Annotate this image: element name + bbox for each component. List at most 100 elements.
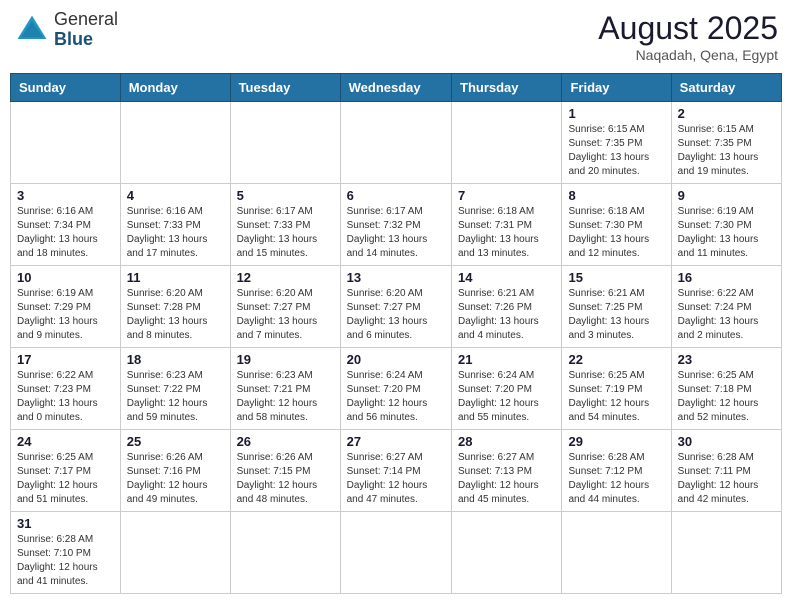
day-number: 28 [458, 434, 555, 449]
calendar-cell: 24 Sunrise: 6:25 AM Sunset: 7:17 PM Dayli… [11, 430, 121, 512]
calendar-cell: 27 Sunrise: 6:27 AM Sunset: 7:14 PM Dayli… [340, 430, 451, 512]
day-info: Sunrise: 6:27 AM Sunset: 7:14 PM Dayligh… [347, 451, 445, 507]
calendar-cell: 8Sunrise: 6:18 AM Sunset: 7:30 PM Daylig… [562, 184, 671, 266]
calendar-cell: 26Sunrise: 6:26 AM Sunset: 7:15 PM Dayli… [230, 430, 340, 512]
month-title: August 2025 [598, 10, 778, 47]
calendar-cell [120, 512, 230, 594]
day-of-week-header: Wednesday [340, 74, 451, 102]
calendar-cell: 25Sunrise: 6:26 AM Sunset: 7:16 PM Dayli… [120, 430, 230, 512]
day-info: Sunrise: 6:25 AM Sunset: 7:19 PM Dayligh… [568, 369, 664, 425]
day-info: Sunrise: 6:22 AM Sunset: 7:23 PM Dayligh… [17, 369, 114, 425]
day-info: Sunrise: 6:23 AM Sunset: 7:21 PM Dayligh… [237, 369, 334, 425]
calendar-cell [11, 102, 121, 184]
day-number: 27 [347, 434, 445, 449]
calendar-cell [671, 512, 781, 594]
calendar-cell [230, 512, 340, 594]
logo-icon [14, 12, 50, 48]
day-number: 20 [347, 352, 445, 367]
day-number: 1 [568, 106, 664, 121]
calendar-cell: 16 Sunrise: 6:22 AM Sunset: 7:24 PM Dayli… [671, 266, 781, 348]
day-info: Sunrise: 6:28 AM Sunset: 7:12 PM Dayligh… [568, 451, 664, 507]
day-info: Sunrise: 6:20 AM Sunset: 7:28 PM Dayligh… [127, 287, 224, 343]
day-info: Sunrise: 6:19 AM Sunset: 7:29 PM Dayligh… [17, 287, 114, 343]
day-number: 15 [568, 270, 664, 285]
calendar-cell: 22Sunrise: 6:25 AM Sunset: 7:19 PM Dayli… [562, 348, 671, 430]
day-number: 5 [237, 188, 334, 203]
day-info: Sunrise: 6:27 AM Sunset: 7:13 PM Dayligh… [458, 451, 555, 507]
calendar-cell: 19 Sunrise: 6:23 AM Sunset: 7:21 PM Dayli… [230, 348, 340, 430]
day-number: 17 [17, 352, 114, 367]
day-info: Sunrise: 6:17 AM Sunset: 7:32 PM Dayligh… [347, 205, 445, 261]
calendar-week-row: 17 Sunrise: 6:22 AM Sunset: 7:23 PM Dayli… [11, 348, 782, 430]
logo: General Blue [14, 10, 118, 50]
calendar-cell [120, 102, 230, 184]
day-number: 31 [17, 516, 114, 531]
calendar-cell: 10Sunrise: 6:19 AM Sunset: 7:29 PM Dayli… [11, 266, 121, 348]
calendar-cell: 5Sunrise: 6:17 AM Sunset: 7:33 PM Daylig… [230, 184, 340, 266]
day-info: Sunrise: 6:21 AM Sunset: 7:26 PM Dayligh… [458, 287, 555, 343]
calendar-cell: 3 Sunrise: 6:16 AM Sunset: 7:34 PM Daylig… [11, 184, 121, 266]
calendar-cell: 31 Sunrise: 6:28 AM Sunset: 7:10 PM Dayli… [11, 512, 121, 594]
day-number: 3 [17, 188, 114, 203]
day-info: Sunrise: 6:25 AM Sunset: 7:17 PM Dayligh… [17, 451, 114, 507]
calendar-cell: 7 Sunrise: 6:18 AM Sunset: 7:31 PM Daylig… [452, 184, 562, 266]
day-info: Sunrise: 6:24 AM Sunset: 7:20 PM Dayligh… [458, 369, 555, 425]
day-info: Sunrise: 6:26 AM Sunset: 7:16 PM Dayligh… [127, 451, 224, 507]
day-number: 16 [678, 270, 775, 285]
day-info: Sunrise: 6:16 AM Sunset: 7:33 PM Dayligh… [127, 205, 224, 261]
day-info: Sunrise: 6:15 AM Sunset: 7:35 PM Dayligh… [678, 123, 775, 179]
calendar-cell: 1 Sunrise: 6:15 AM Sunset: 7:35 PM Daylig… [562, 102, 671, 184]
day-number: 18 [127, 352, 224, 367]
calendar-cell: 18Sunrise: 6:23 AM Sunset: 7:22 PM Dayli… [120, 348, 230, 430]
calendar-cell: 4 Sunrise: 6:16 AM Sunset: 7:33 PM Daylig… [120, 184, 230, 266]
calendar-week-row: 3 Sunrise: 6:16 AM Sunset: 7:34 PM Daylig… [11, 184, 782, 266]
title-block: August 2025 Naqadah, Qena, Egypt [598, 10, 778, 63]
day-info: Sunrise: 6:16 AM Sunset: 7:34 PM Dayligh… [17, 205, 114, 261]
day-info: Sunrise: 6:15 AM Sunset: 7:35 PM Dayligh… [568, 123, 664, 179]
day-number: 21 [458, 352, 555, 367]
calendar-cell [452, 512, 562, 594]
day-number: 14 [458, 270, 555, 285]
calendar-cell: 30Sunrise: 6:28 AM Sunset: 7:11 PM Dayli… [671, 430, 781, 512]
day-number: 29 [568, 434, 664, 449]
calendar-cell: 21 Sunrise: 6:24 AM Sunset: 7:20 PM Dayli… [452, 348, 562, 430]
calendar-cell [452, 102, 562, 184]
day-info: Sunrise: 6:25 AM Sunset: 7:18 PM Dayligh… [678, 369, 775, 425]
calendar-week-row: 31 Sunrise: 6:28 AM Sunset: 7:10 PM Dayli… [11, 512, 782, 594]
day-of-week-header: Friday [562, 74, 671, 102]
day-of-week-header: Sunday [11, 74, 121, 102]
day-info: Sunrise: 6:18 AM Sunset: 7:30 PM Dayligh… [568, 205, 664, 261]
day-info: Sunrise: 6:22 AM Sunset: 7:24 PM Dayligh… [678, 287, 775, 343]
day-of-week-header: Tuesday [230, 74, 340, 102]
day-number: 7 [458, 188, 555, 203]
day-info: Sunrise: 6:21 AM Sunset: 7:25 PM Dayligh… [568, 287, 664, 343]
calendar-cell: 9Sunrise: 6:19 AM Sunset: 7:30 PM Daylig… [671, 184, 781, 266]
calendar-cell: 15 Sunrise: 6:21 AM Sunset: 7:25 PM Dayli… [562, 266, 671, 348]
page-header: General Blue August 2025 Naqadah, Qena, … [10, 10, 782, 63]
calendar-cell [340, 512, 451, 594]
day-info: Sunrise: 6:19 AM Sunset: 7:30 PM Dayligh… [678, 205, 775, 261]
calendar-cell: 12Sunrise: 6:20 AM Sunset: 7:27 PM Dayli… [230, 266, 340, 348]
day-of-week-header: Saturday [671, 74, 781, 102]
calendar-header-row: SundayMondayTuesdayWednesdayThursdayFrid… [11, 74, 782, 102]
logo-text: General Blue [54, 10, 118, 50]
day-number: 11 [127, 270, 224, 285]
day-info: Sunrise: 6:28 AM Sunset: 7:10 PM Dayligh… [17, 533, 114, 589]
day-of-week-header: Monday [120, 74, 230, 102]
day-number: 19 [237, 352, 334, 367]
day-info: Sunrise: 6:24 AM Sunset: 7:20 PM Dayligh… [347, 369, 445, 425]
day-number: 6 [347, 188, 445, 203]
day-info: Sunrise: 6:20 AM Sunset: 7:27 PM Dayligh… [347, 287, 445, 343]
calendar-cell: 13 Sunrise: 6:20 AM Sunset: 7:27 PM Dayli… [340, 266, 451, 348]
day-number: 13 [347, 270, 445, 285]
calendar-cell: 23 Sunrise: 6:25 AM Sunset: 7:18 PM Dayli… [671, 348, 781, 430]
day-number: 24 [17, 434, 114, 449]
day-number: 30 [678, 434, 775, 449]
calendar-cell [230, 102, 340, 184]
day-number: 4 [127, 188, 224, 203]
day-number: 23 [678, 352, 775, 367]
day-of-week-header: Thursday [452, 74, 562, 102]
calendar-week-row: 24 Sunrise: 6:25 AM Sunset: 7:17 PM Dayli… [11, 430, 782, 512]
day-info: Sunrise: 6:18 AM Sunset: 7:31 PM Dayligh… [458, 205, 555, 261]
location-title: Naqadah, Qena, Egypt [598, 47, 778, 63]
